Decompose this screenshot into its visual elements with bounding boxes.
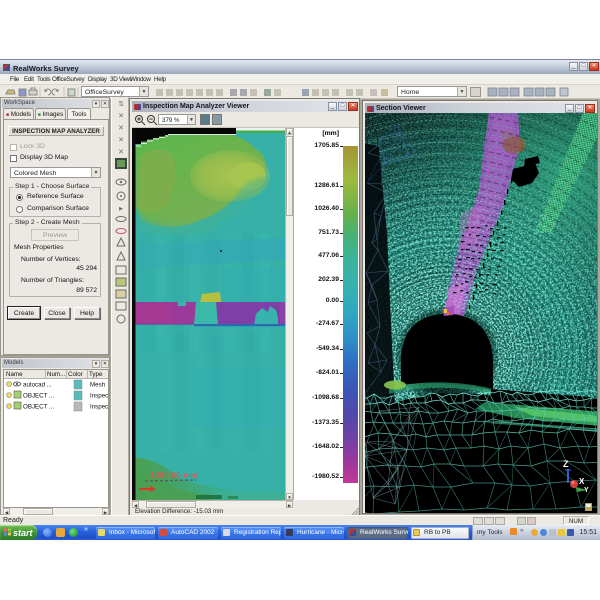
svg-text:start: start bbox=[13, 528, 34, 538]
svg-text:Z: Z bbox=[563, 459, 569, 469]
svg-text:⇅: ⇅ bbox=[118, 101, 124, 108]
svg-text:✕: ✕ bbox=[118, 137, 124, 144]
svg-text:Inspectio: Inspectio bbox=[90, 404, 108, 411]
svg-text:✕: ✕ bbox=[118, 113, 124, 120]
svg-text:autocad ...: autocad ... bbox=[23, 382, 52, 389]
svg-text:✕: ✕ bbox=[118, 149, 124, 156]
svg-text:▶: ▶ bbox=[119, 206, 123, 212]
svg-text:Inspectio: Inspectio bbox=[90, 393, 108, 400]
svg-text:Mesh: Mesh bbox=[90, 382, 106, 389]
svg-text:1200.00 mm: 1200.00 mm bbox=[150, 470, 199, 480]
svg-text:Y: Y bbox=[584, 487, 589, 494]
svg-text:X: X bbox=[579, 477, 585, 486]
svg-text:OBJECT ...: OBJECT ... bbox=[23, 404, 54, 411]
svg-text:✕: ✕ bbox=[118, 125, 124, 132]
svg-text:OBJECT ...: OBJECT ... bbox=[23, 393, 54, 400]
